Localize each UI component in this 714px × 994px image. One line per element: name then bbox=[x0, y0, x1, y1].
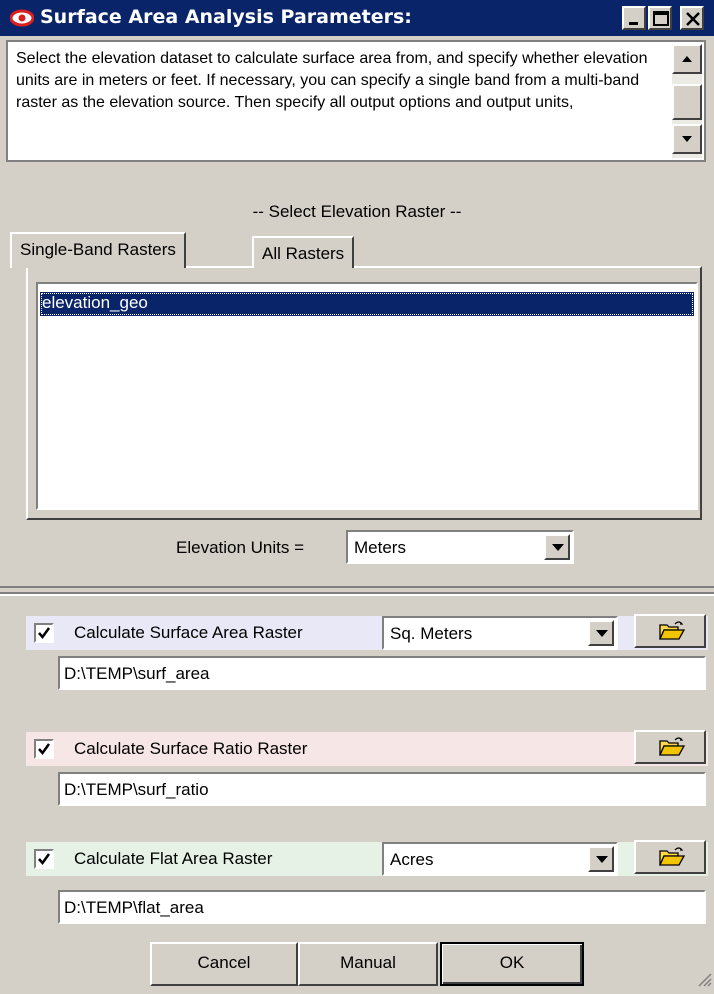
flat-area-path: D:\TEMP\flat_area bbox=[64, 898, 204, 917]
resize-grip-icon[interactable] bbox=[696, 971, 712, 992]
close-button[interactable] bbox=[680, 6, 704, 30]
raster-list[interactable]: elevation_geo bbox=[36, 282, 698, 510]
list-item[interactable]: elevation_geo bbox=[40, 292, 694, 316]
surface-ratio-path-input[interactable]: D:\TEMP\surf_ratio bbox=[58, 772, 706, 806]
surface-area-path-input[interactable]: D:\TEMP\surf_area bbox=[58, 656, 706, 690]
dropdown-button[interactable] bbox=[588, 620, 614, 646]
dropdown-button[interactable] bbox=[544, 534, 570, 560]
surface-area-path: D:\TEMP\surf_area bbox=[64, 664, 210, 683]
ok-button[interactable]: OK bbox=[440, 942, 584, 986]
surface-ratio-path: D:\TEMP\surf_ratio bbox=[64, 780, 209, 799]
maximize-button[interactable] bbox=[648, 6, 672, 30]
dropdown-button[interactable] bbox=[588, 846, 614, 872]
minimize-button[interactable] bbox=[622, 6, 646, 30]
surface-area-checkbox[interactable] bbox=[34, 623, 54, 643]
surface-ratio-checkbox[interactable] bbox=[34, 739, 54, 759]
description-text: Select the elevation dataset to calculat… bbox=[16, 50, 648, 111]
output-row-flat-area: Calculate Flat Area Raster Acres bbox=[26, 840, 708, 876]
description-scrollbar[interactable] bbox=[672, 44, 702, 158]
manual-button[interactable]: Manual bbox=[298, 942, 438, 986]
scroll-up-button[interactable] bbox=[672, 44, 702, 74]
section-heading: -- Select Elevation Raster -- bbox=[252, 202, 462, 221]
eye-icon bbox=[9, 9, 35, 32]
description-box[interactable]: Select the elevation dataset to calculat… bbox=[6, 40, 706, 162]
surface-area-browse-button[interactable] bbox=[634, 614, 706, 648]
tab-all-rasters[interactable]: All Rasters bbox=[252, 236, 355, 268]
elevation-units-value: Meters bbox=[354, 538, 406, 557]
flat-area-unit-value: Acres bbox=[390, 850, 434, 869]
output-row-surface-ratio: Calculate Surface Ratio Raster bbox=[26, 730, 708, 766]
title-bar[interactable]: Surface Area Analysis Parameters: bbox=[0, 0, 714, 36]
surface-area-label: Calculate Surface Area Raster bbox=[74, 623, 303, 642]
elevation-units-label: Elevation Units = bbox=[176, 538, 305, 557]
scroll-thumb[interactable] bbox=[672, 84, 702, 120]
output-row-surface-area: Calculate Surface Area Raster Sq. Meters bbox=[26, 614, 708, 650]
surface-ratio-browse-button[interactable] bbox=[634, 730, 706, 764]
cancel-button[interactable]: Cancel bbox=[150, 942, 298, 986]
flat-area-checkbox[interactable] bbox=[34, 849, 54, 869]
elevation-units-select[interactable]: Meters bbox=[346, 530, 574, 564]
section-divider bbox=[0, 592, 714, 596]
flat-area-unit-select[interactable]: Acres bbox=[382, 842, 618, 876]
flat-area-label: Calculate Flat Area Raster bbox=[74, 849, 273, 868]
tab-single-band-rasters[interactable]: Single-Band Rasters bbox=[10, 232, 186, 268]
flat-area-path-input[interactable]: D:\TEMP\flat_area bbox=[58, 890, 706, 924]
surface-area-unit-value: Sq. Meters bbox=[390, 624, 473, 643]
surface-ratio-label: Calculate Surface Ratio Raster bbox=[74, 739, 308, 758]
surface-area-unit-select[interactable]: Sq. Meters bbox=[382, 616, 618, 650]
flat-area-browse-button[interactable] bbox=[634, 840, 706, 874]
scroll-down-button[interactable] bbox=[672, 124, 702, 154]
window-title: Surface Area Analysis Parameters: bbox=[40, 6, 412, 28]
